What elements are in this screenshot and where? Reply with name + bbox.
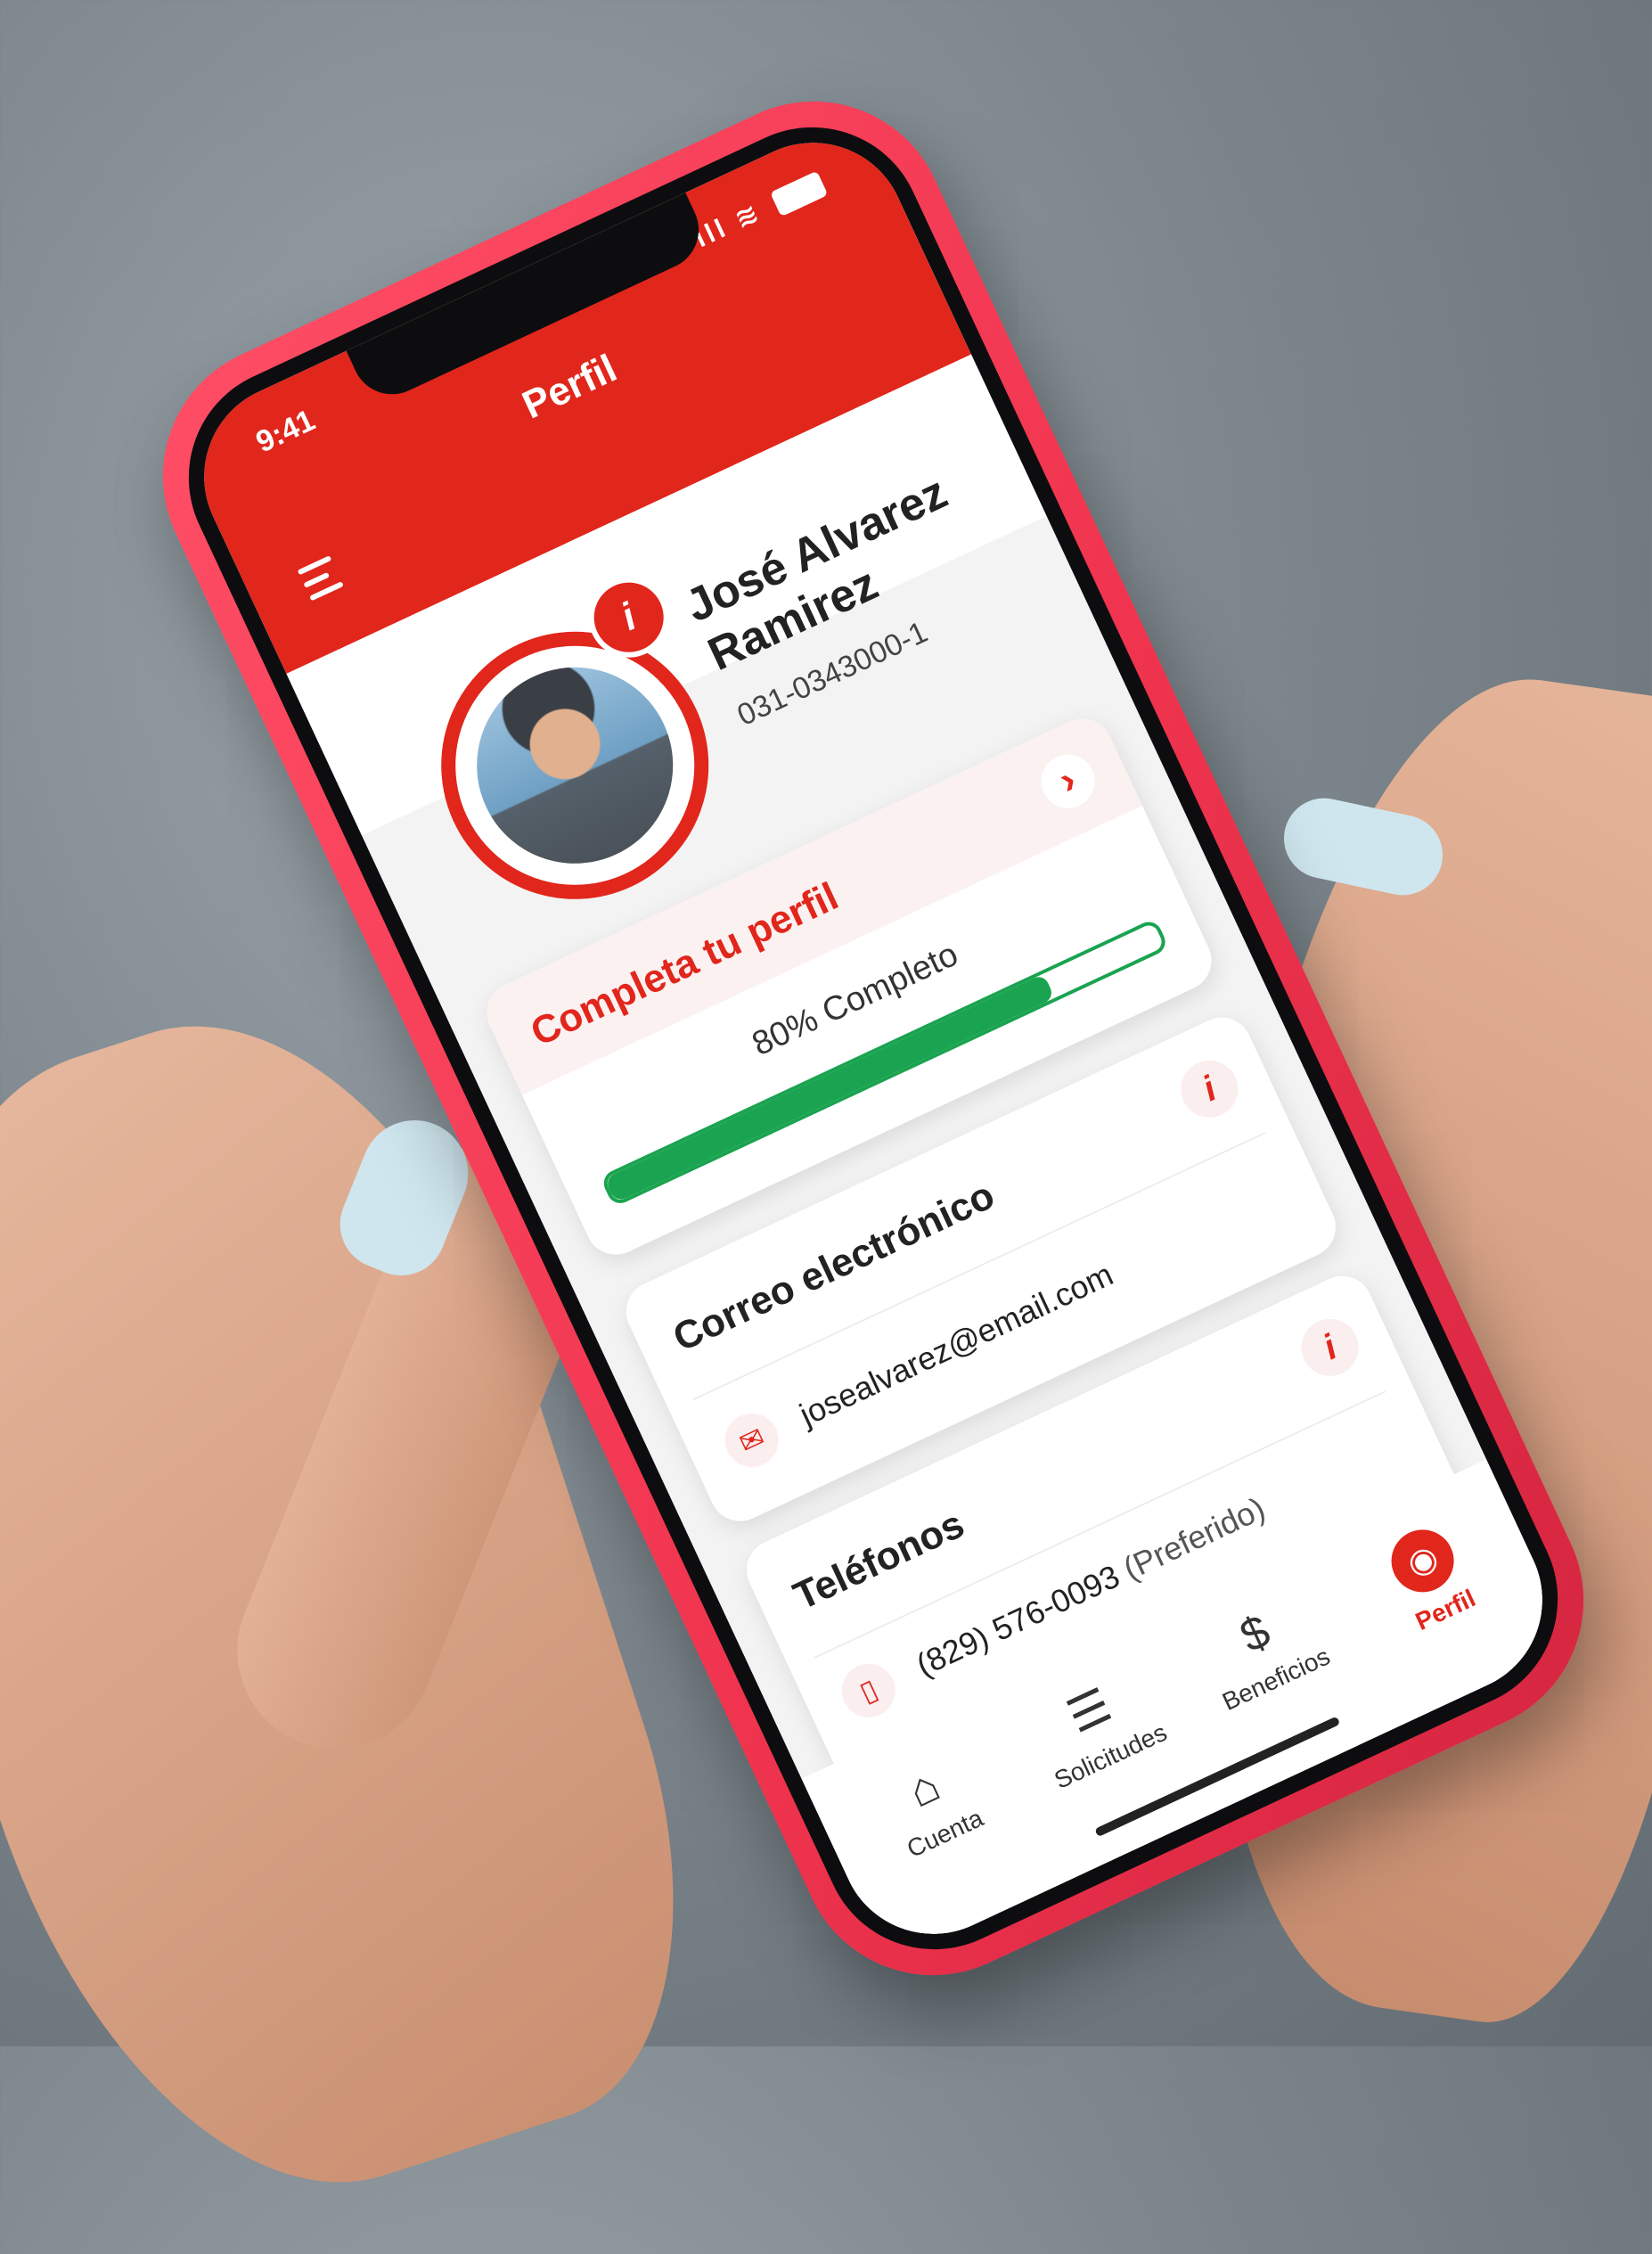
chevron-right-icon[interactable]: ›	[1032, 745, 1104, 817]
nav-item-beneficios[interactable]: $ Beneficios	[1163, 1572, 1362, 1730]
wifi-icon: ≋	[730, 197, 767, 235]
user-icon: ◉	[1381, 1519, 1465, 1602]
nav-item-perfil[interactable]: ◉ Perfil	[1329, 1495, 1533, 1660]
edit-phones-icon[interactable]: i	[1292, 1309, 1369, 1386]
status-time: 9:41	[250, 403, 321, 460]
edit-email-icon[interactable]: i	[1171, 1051, 1247, 1127]
battery-icon	[770, 170, 829, 217]
avatar[interactable]	[445, 635, 706, 896]
envelope-icon: ✉	[716, 1404, 788, 1476]
phones-heading: Teléfonos	[787, 1502, 971, 1619]
nav-item-solicitudes[interactable]: ☰ Solicitudes	[998, 1650, 1198, 1807]
nav-item-cuenta[interactable]: ⌂ Cuenta	[832, 1726, 1032, 1884]
mobile-phone-icon: ▯	[832, 1654, 904, 1726]
status-icons: ıll ≋	[691, 168, 829, 254]
hamburger-menu-icon[interactable]	[297, 551, 356, 606]
